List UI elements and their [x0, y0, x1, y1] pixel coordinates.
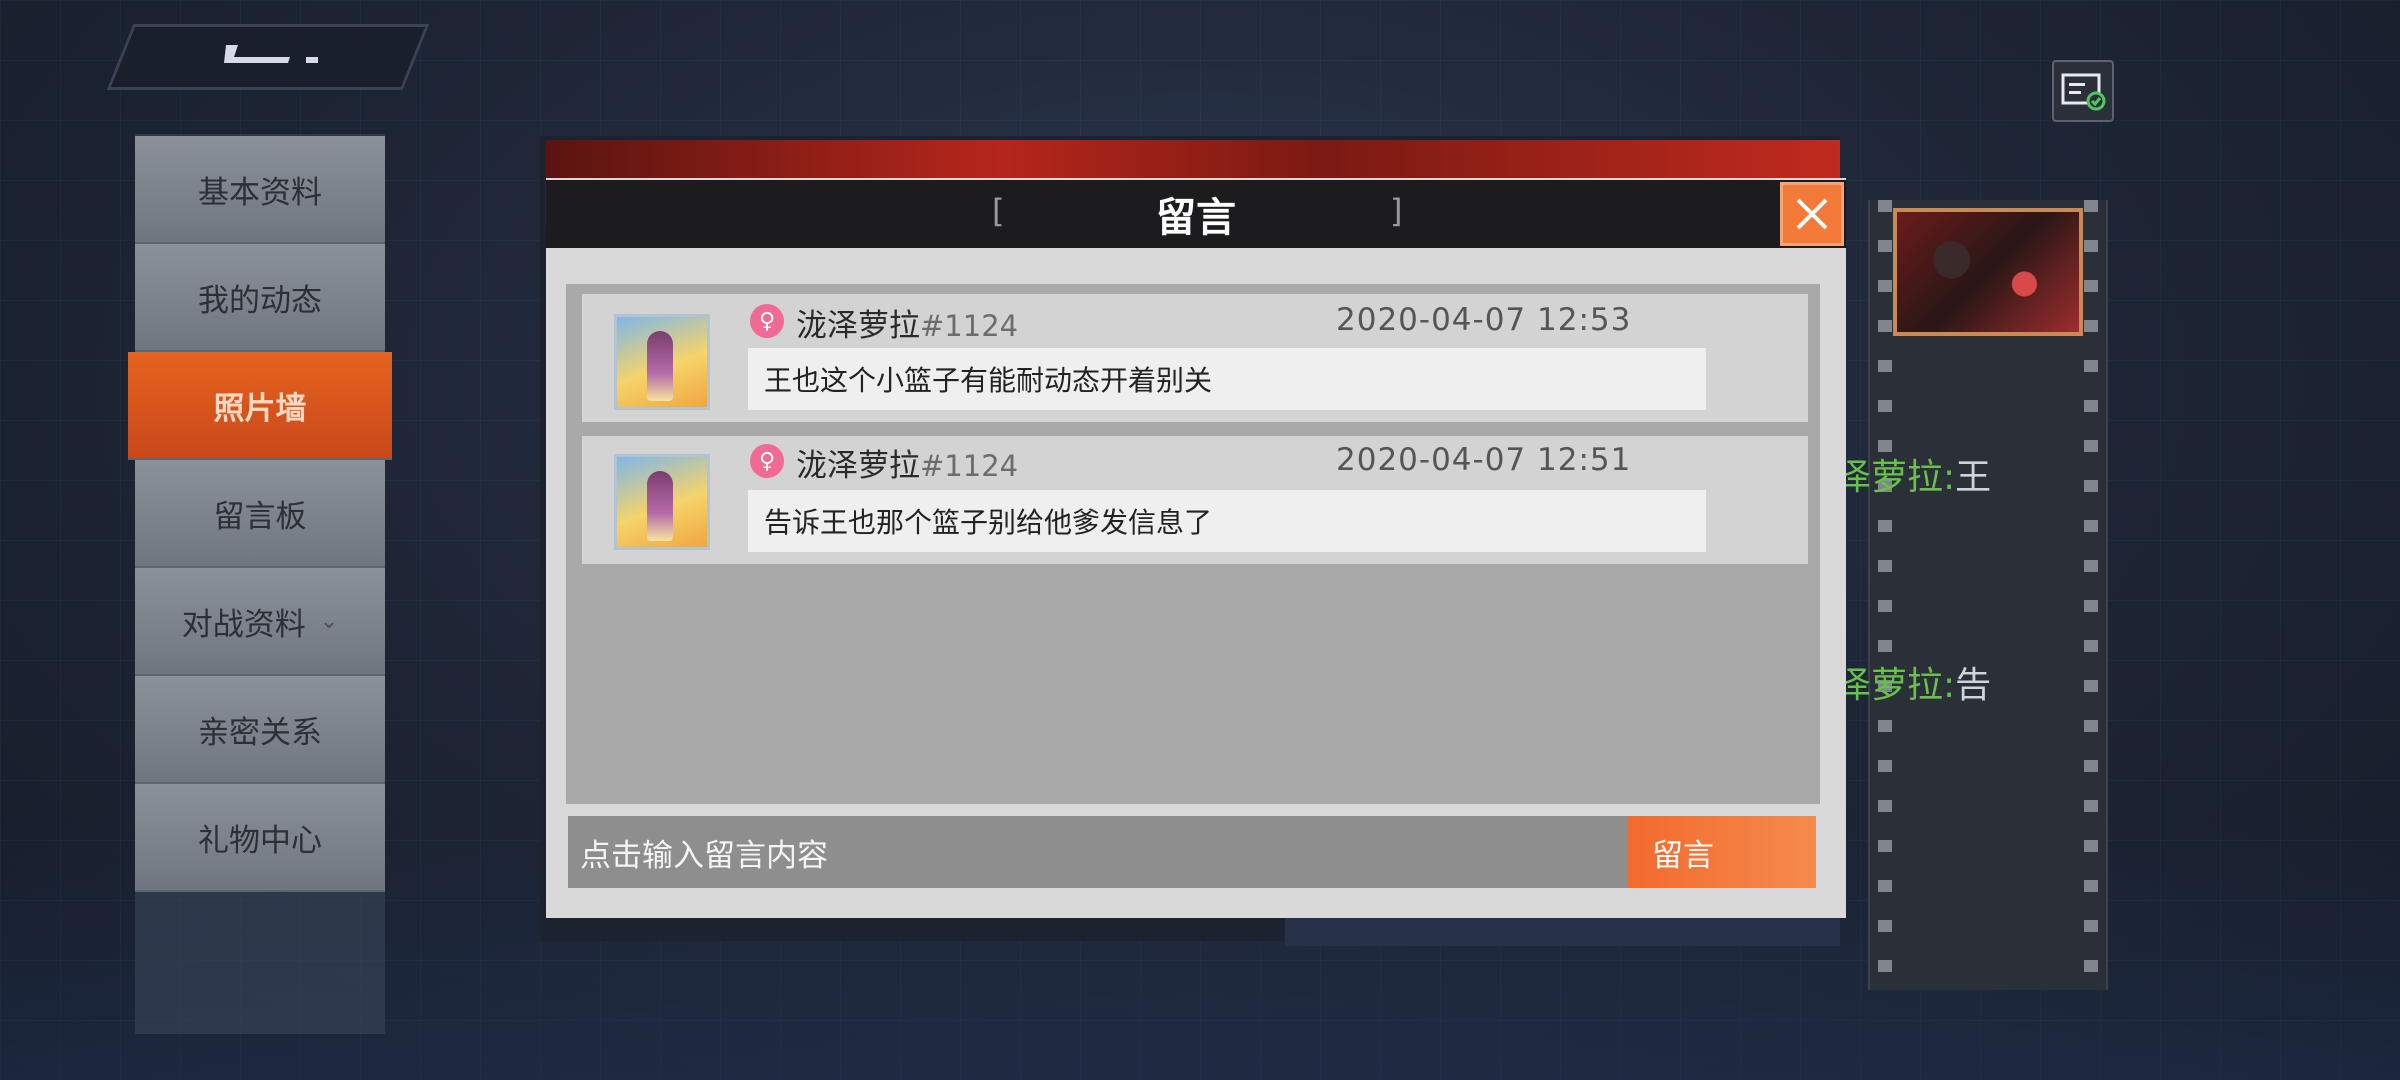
- menu-item-label: 基本资料: [198, 174, 322, 211]
- menu-item-label: 留言板: [213, 498, 307, 535]
- menu-item-my-feed[interactable]: 我的动态: [135, 244, 385, 352]
- menu-item-label: 我的动态: [198, 282, 322, 319]
- bg-comment-text: 王: [1955, 457, 1992, 498]
- menu-item-label: 礼物中心: [198, 822, 322, 859]
- title-bracket-left: [: [992, 192, 1005, 230]
- bg-comment: 泽萝拉:王: [1835, 448, 1991, 500]
- menu-item-label: 照片墙: [213, 390, 307, 427]
- title-bracket-right: ]: [1390, 192, 1403, 230]
- user-tag: #1124: [920, 309, 1019, 343]
- message-text: 告诉王也那个篮子别给他爹发信息了: [748, 490, 1706, 552]
- bg-comment: 泽萝拉:告: [1835, 656, 1991, 708]
- logo-mark: [220, 38, 320, 66]
- filmstrip-photo-thumb[interactable]: [1893, 208, 2083, 336]
- menu-item-label: 对战资料: [181, 606, 306, 643]
- female-icon: ♀: [750, 304, 784, 338]
- chevron-down-icon: ⌄: [319, 608, 339, 634]
- message-time: 2020-04-07 12:53: [1336, 302, 1632, 338]
- user-avatar[interactable]: [614, 314, 710, 410]
- close-icon: [1796, 198, 1828, 230]
- message-username[interactable]: 泷泽萝拉#1124: [796, 440, 1018, 485]
- menu-item-label: 亲密关系: [198, 714, 322, 751]
- film-holes-left: [1878, 200, 1892, 990]
- bg-comment-text: 告: [1955, 665, 1992, 706]
- film-holes-right: [2084, 200, 2098, 990]
- menu-item-gift-center[interactable]: 礼物中心: [135, 784, 385, 892]
- menu-item-battle-stats[interactable]: 对战资料 ⌄: [135, 568, 385, 676]
- message-text: 王也这个小篮子有能耐动态开着别关: [748, 348, 1706, 410]
- menu-item-relationships[interactable]: 亲密关系: [135, 676, 385, 784]
- modal-title: 留言: [1156, 195, 1236, 241]
- username-text: 泷泽萝拉: [796, 448, 920, 484]
- menu-item-basic-info[interactable]: 基本资料: [135, 136, 385, 244]
- menu-item-photo-wall[interactable]: 照片墙: [128, 352, 392, 460]
- bg-comment-name: 泽萝拉:: [1835, 457, 1956, 498]
- message-time: 2020-04-07 12:51: [1336, 442, 1632, 478]
- user-tag: #1124: [920, 449, 1019, 483]
- user-avatar[interactable]: [614, 454, 710, 550]
- send-button-label: 留言: [1652, 837, 1714, 874]
- records-icon[interactable]: [2052, 60, 2114, 122]
- message-username[interactable]: 泷泽萝拉#1124: [796, 300, 1018, 345]
- username-text: 泷泽萝拉: [796, 308, 920, 344]
- message-input[interactable]: 点击输入留言内容: [568, 816, 1630, 888]
- menu-item-message-board[interactable]: 留言板: [135, 460, 385, 568]
- send-message-button[interactable]: 留言: [1628, 816, 1816, 888]
- female-icon: ♀: [750, 444, 784, 478]
- close-button[interactable]: [1780, 182, 1844, 246]
- message-input-placeholder: 点击输入留言内容: [580, 837, 828, 874]
- bg-comment-name: 泽萝拉:: [1835, 665, 1956, 706]
- modal-header: [ 留言 ]: [546, 180, 1846, 248]
